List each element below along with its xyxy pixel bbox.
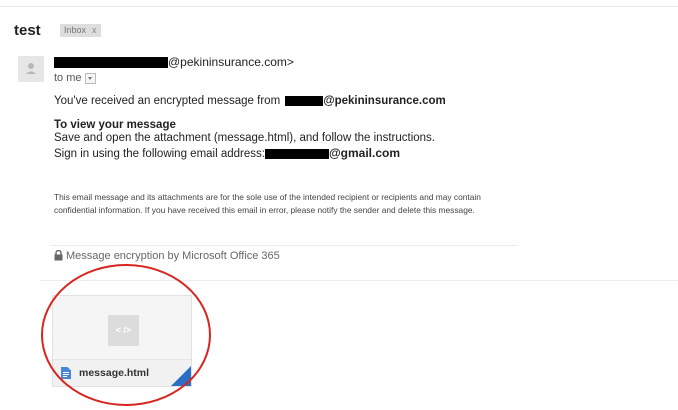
email-subject: test [14, 22, 41, 39]
signin-domain: @gmail.com [328, 146, 401, 160]
redacted-sender [285, 95, 324, 106]
notice-prefix: You've received an encrypted message fro… [54, 95, 281, 107]
attachment-card[interactable]: < /> message.html [52, 295, 192, 387]
code-file-thumbnail: < /> [108, 315, 139, 346]
redacted-sender-name [54, 57, 168, 69]
lock-icon [54, 250, 63, 261]
attachment-filename: message.html [79, 367, 150, 379]
redacted-email [264, 148, 329, 159]
top-divider [0, 6, 678, 7]
instructions-text: Save and open the attachment (message.ht… [54, 132, 435, 144]
to-label: to me [54, 72, 82, 84]
encryption-footer: Message encryption by Microsoft Office 3… [54, 250, 280, 262]
sender-avatar [18, 56, 44, 82]
sender-domain: @pekininsurance.com> [168, 55, 294, 69]
attachments-divider [40, 280, 678, 281]
sender-address: @pekininsurance.com> [54, 55, 294, 69]
encrypted-notice-line: You've received an encrypted message fro… [54, 95, 446, 107]
view-message-heading: To view your message [54, 119, 176, 131]
inbox-label-chip[interactable]: Inbox x [60, 24, 101, 37]
signin-prefix: Sign in using the following email addres… [54, 148, 265, 160]
confidentiality-disclaimer: This email message and its attachments a… [54, 192, 481, 215]
document-icon [61, 367, 71, 379]
notice-domain: @pekininsurance.com [323, 95, 446, 107]
signin-line: Sign in using the following email addres… [54, 146, 400, 160]
person-icon [26, 63, 36, 74]
recipient-details-dropdown[interactable] [84, 72, 96, 84]
attachment-corner-accent [171, 366, 191, 386]
label-text: Inbox [64, 25, 87, 35]
label-remove-button[interactable]: x [92, 25, 97, 35]
recipient-line: to me [54, 72, 96, 84]
encryption-text: Message encryption by Microsoft Office 3… [66, 250, 280, 262]
footer-divider [50, 245, 518, 246]
